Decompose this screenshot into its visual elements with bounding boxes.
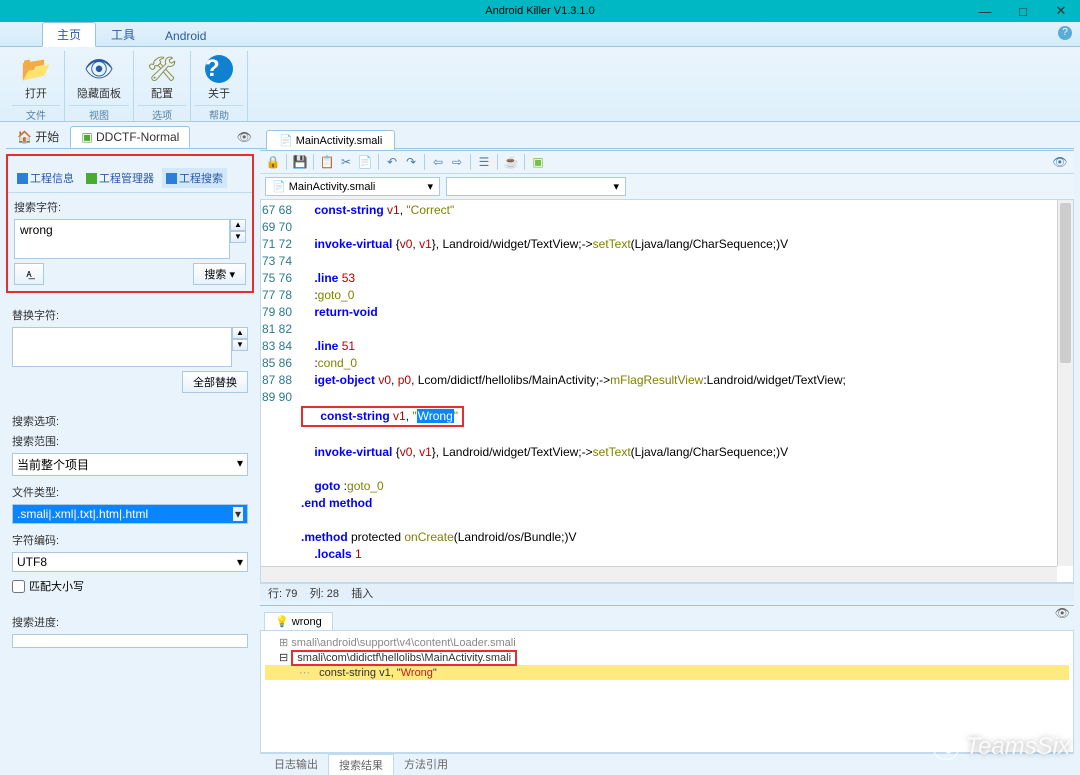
subtab-project-info[interactable]: 工程信息	[13, 168, 78, 188]
undo-icon[interactable]: ↶	[384, 154, 400, 170]
watermark: TeamsSix	[932, 733, 1070, 761]
main-tab-android[interactable]: Android	[150, 25, 221, 46]
main-tab-tools[interactable]: 工具	[96, 22, 150, 46]
maximize-button[interactable]: □	[1004, 0, 1042, 22]
search-input[interactable]	[14, 219, 230, 259]
sidebar-subtabs: 工程信息 工程管理器 工程搜索	[8, 156, 252, 193]
regex-button[interactable]: ᴀ̲	[14, 263, 44, 285]
back-icon[interactable]: ⇦	[430, 154, 446, 170]
sidebar: 👁 工程信息 工程管理器 工程搜索 搜索字符: ▲▼ ᴀ̲ 搜索 ▾ 替换字符	[0, 122, 260, 775]
code-editor[interactable]: 67 68 69 70 71 72 73 74 75 76 77 78 79 8…	[260, 200, 1074, 583]
vertical-scrollbar[interactable]	[1057, 200, 1073, 566]
titlebar: Android Killer V1.3.1.0 — □ ✕	[0, 0, 1080, 22]
method-dropdown[interactable]: ▾	[446, 177, 626, 196]
filetype-select[interactable]: .smali|.xml|.txt|.htm|.html▾	[12, 504, 248, 524]
result-tree-item[interactable]: ⊞ smali\android\support\v4\content\Loade…	[265, 635, 1069, 650]
save-icon[interactable]: 💾	[292, 154, 308, 170]
android-icon[interactable]: ▣	[530, 154, 546, 170]
eye-icon[interactable]: 👁	[1052, 154, 1068, 170]
bottom-tab-search[interactable]: 搜索结果	[328, 754, 394, 775]
scope-label: 搜索范围:	[12, 433, 248, 449]
ribbon-隐藏面板[interactable]: 👁隐藏面板	[69, 51, 129, 103]
help-icon[interactable]: ?	[1058, 26, 1072, 40]
search-button[interactable]: 搜索 ▾	[193, 263, 246, 285]
search-label: 搜索字符:	[14, 199, 246, 215]
result-tree-item[interactable]: ⊟ smali\com\didictf\hellolibs\MainActivi…	[265, 650, 1069, 665]
replace-input[interactable]	[12, 327, 232, 367]
file-dropdown[interactable]: 📄 MainActivity.smali▾	[265, 177, 440, 196]
bottom-tab-log[interactable]: 日志输出	[264, 754, 328, 775]
type-label: 文件类型:	[12, 484, 248, 500]
java-icon[interactable]: ☕	[503, 154, 519, 170]
copy-icon[interactable]: 📋	[319, 154, 335, 170]
main-tab-strip: 主页 工具 Android ?	[0, 22, 1080, 47]
ribbon: 📂打开文件👁隐藏面板视图🛠配置选项?关于帮助	[0, 47, 1080, 122]
editor-statusbar: 行: 79 列: 28 插入	[260, 583, 1074, 601]
results-tab[interactable]: 💡 wrong	[264, 612, 333, 630]
cut-icon[interactable]: ✂	[338, 154, 354, 170]
encoding-label: 字符编码:	[12, 532, 248, 548]
replace-label: 替换字符:	[12, 307, 248, 323]
match-case-checkbox[interactable]	[12, 580, 25, 593]
ribbon-打开[interactable]: 📂打开	[12, 51, 60, 103]
options-label: 搜索选项:	[12, 413, 248, 429]
ribbon-配置[interactable]: 🛠配置	[138, 51, 186, 103]
minimize-button[interactable]: —	[966, 0, 1004, 22]
close-button[interactable]: ✕	[1042, 0, 1080, 22]
redo-icon[interactable]: ↷	[403, 154, 419, 170]
encoding-select[interactable]: UTF8▾	[12, 552, 248, 572]
forward-icon[interactable]: ⇨	[449, 154, 465, 170]
editor-file-tab[interactable]: 📄MainActivity.smali	[266, 130, 395, 150]
eye-icon[interactable]: 👁	[237, 130, 252, 144]
lock-icon[interactable]: 🔒	[265, 154, 281, 170]
main-area: 📄MainActivity.smali 🔒 💾 📋 ✂ 📄 ↶ ↷ ⇦ ⇨ ☰ …	[260, 122, 1080, 775]
editor-toolbar: 🔒 💾 📋 ✂ 📄 ↶ ↷ ⇦ ⇨ ☰ ☕ ▣ 👁	[260, 151, 1074, 174]
bottom-tab-refs[interactable]: 方法引用	[394, 754, 458, 775]
match-case-label: 匹配大小写	[29, 578, 84, 594]
paste-icon[interactable]: 📄	[357, 154, 373, 170]
result-tree-item[interactable]: ⋯ const-string v1, "Wrong"	[265, 665, 1069, 680]
horizontal-scrollbar[interactable]	[261, 566, 1057, 582]
app-title: Android Killer V1.3.1.0	[485, 5, 594, 17]
indent-icon[interactable]: ☰	[476, 154, 492, 170]
progress-label: 搜索进度:	[12, 614, 248, 630]
subtab-project-manager[interactable]: 工程管理器	[82, 168, 158, 188]
progress-bar	[12, 634, 248, 648]
ribbon-关于[interactable]: ?关于	[195, 51, 243, 103]
main-tab-home[interactable]: 主页	[42, 22, 96, 47]
scope-select[interactable]: 当前整个项目▾	[12, 453, 248, 476]
file-icon: 📄	[279, 134, 293, 147]
eye-icon[interactable]: 👁	[1055, 606, 1070, 620]
subtab-project-search[interactable]: 工程搜索	[162, 168, 227, 188]
replace-all-button[interactable]: 全部替换	[182, 371, 248, 393]
